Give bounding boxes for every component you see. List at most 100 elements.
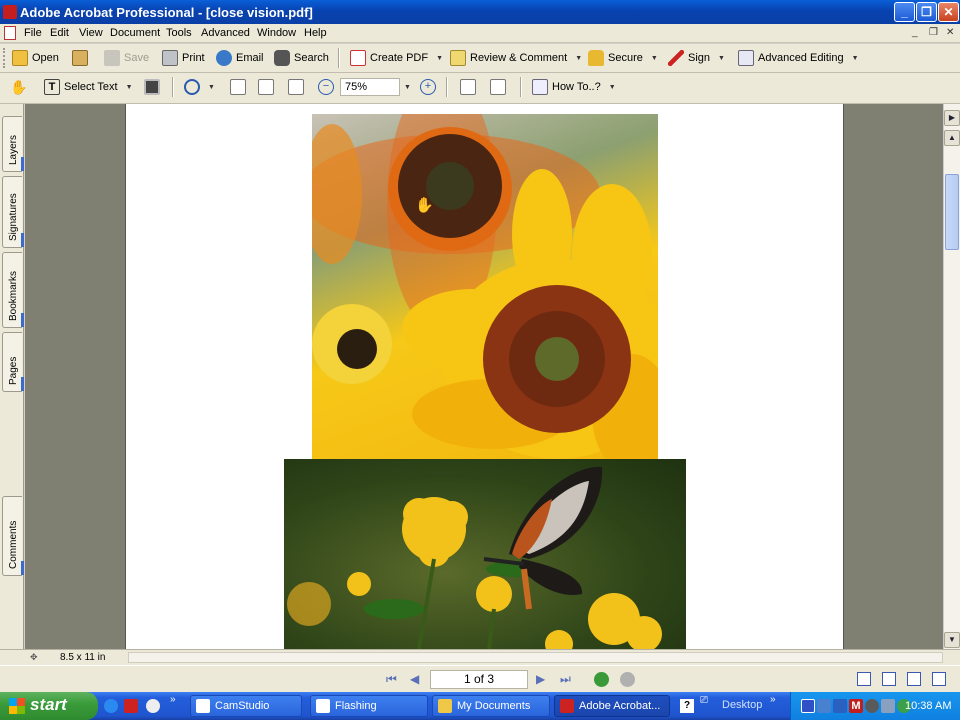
- first-page-button[interactable]: ⏮: [386, 672, 397, 687]
- rotate-button[interactable]: [460, 73, 476, 101]
- document-icon[interactable]: [4, 26, 16, 40]
- organizer-button[interactable]: [72, 44, 88, 72]
- tray-icon-2[interactable]: [817, 699, 831, 713]
- secure-button[interactable]: Secure ▼: [588, 44, 658, 72]
- fit-width-button[interactable]: [288, 73, 304, 101]
- menu-help[interactable]: Help: [304, 27, 327, 39]
- zoom-out-button[interactable]: −: [318, 73, 334, 101]
- task-my-documents[interactable]: My Documents: [432, 695, 550, 717]
- open-button[interactable]: Open: [12, 44, 59, 72]
- rotate-ccw-button[interactable]: [490, 73, 506, 101]
- scroll-up-button[interactable]: ▲: [944, 130, 960, 146]
- menu-view[interactable]: View: [79, 27, 103, 39]
- page-number-field[interactable]: 1 of 3: [430, 670, 528, 689]
- chevron-down-icon[interactable]: ▼: [609, 84, 616, 91]
- chevron-down-icon[interactable]: ▼: [126, 84, 133, 91]
- chevron-down-icon[interactable]: ▼: [852, 55, 859, 62]
- tab-layers[interactable]: Layers: [2, 116, 24, 172]
- ie-quicklaunch-icon[interactable]: [104, 699, 118, 713]
- toolbar-separator: [446, 77, 448, 97]
- menu-window[interactable]: Window: [257, 27, 296, 39]
- facing-layout-button[interactable]: [907, 672, 921, 686]
- continuous-layout-button[interactable]: [882, 672, 896, 686]
- zoom-in-button[interactable]: +: [420, 73, 436, 101]
- how-to-button[interactable]: How To..? ▼: [532, 73, 616, 101]
- menu-file[interactable]: File: [24, 27, 42, 39]
- doc-minimize-button[interactable]: _: [912, 27, 918, 38]
- tray-icon-3[interactable]: [833, 699, 847, 713]
- go-back-icon[interactable]: [594, 672, 609, 687]
- last-page-button[interactable]: ⏭: [560, 672, 571, 687]
- title-bar[interactable]: Adobe Acrobat Professional - [close visi…: [0, 0, 960, 24]
- tab-bookmarks[interactable]: Bookmarks: [2, 252, 24, 328]
- help-icon[interactable]: ?: [680, 699, 694, 713]
- quicklaunch-expand-icon[interactable]: »: [170, 694, 176, 705]
- vertical-scrollbar[interactable]: ▶ ▲ ▼: [943, 104, 960, 649]
- menu-tools[interactable]: Tools: [166, 27, 192, 39]
- task-adobe-acrobat[interactable]: Adobe Acrobat...: [554, 695, 670, 717]
- task-flashing[interactable]: Flashing: [310, 695, 428, 717]
- search-button[interactable]: Search: [274, 44, 329, 72]
- tab-pages[interactable]: Pages: [2, 332, 24, 392]
- document-view[interactable]: ✋: [25, 104, 943, 649]
- minimize-button[interactable]: _: [894, 2, 915, 22]
- text-cursor-icon: T: [44, 79, 60, 95]
- go-forward-icon[interactable]: [620, 672, 635, 687]
- create-pdf-button[interactable]: Create PDF ▼: [350, 44, 443, 72]
- chevron-down-icon[interactable]: ▼: [718, 55, 725, 62]
- select-text-button[interactable]: T Select Text ▼: [44, 73, 133, 101]
- toolbar-separator: [172, 77, 174, 97]
- clock[interactable]: 10:38 AM: [905, 700, 951, 712]
- toolbar-grip[interactable]: [3, 48, 6, 68]
- doc-close-button[interactable]: ✕: [946, 27, 954, 38]
- doc-restore-button[interactable]: ❐: [929, 27, 938, 38]
- task-camstudio[interactable]: CamStudio: [190, 695, 302, 717]
- print-button[interactable]: Print: [162, 44, 205, 72]
- start-button[interactable]: start: [0, 692, 98, 720]
- zoom-in-tool-button[interactable]: ▼: [184, 73, 215, 101]
- next-page-button[interactable]: ▶: [536, 672, 545, 686]
- desktop-toolbar-icon[interactable]: ⎚: [700, 695, 708, 706]
- messenger-quicklaunch-icon[interactable]: [146, 699, 160, 713]
- acrobat-app-icon[interactable]: [3, 5, 17, 19]
- tray-icon-5[interactable]: [865, 699, 879, 713]
- save-button[interactable]: Save: [104, 44, 149, 72]
- review-comment-button[interactable]: Review & Comment ▼: [450, 44, 582, 72]
- scroll-down-button[interactable]: ▼: [944, 632, 960, 648]
- pdf-page[interactable]: ✋: [125, 104, 844, 649]
- chevron-down-icon[interactable]: ▼: [208, 84, 215, 91]
- zoom-dropdown[interactable]: ▼: [400, 73, 411, 101]
- zoom-level-field[interactable]: 75%: [340, 78, 400, 96]
- chevron-down-icon[interactable]: ▼: [436, 55, 443, 62]
- splitter-icon[interactable]: ✥: [30, 652, 38, 663]
- email-button[interactable]: Email: [216, 44, 264, 72]
- continuous-facing-layout-button[interactable]: [932, 672, 946, 686]
- volume-tray-icon[interactable]: [881, 699, 895, 713]
- mcafee-tray-icon[interactable]: M: [849, 699, 863, 713]
- quicklaunch-icon[interactable]: [124, 699, 138, 713]
- close-button[interactable]: ✕: [938, 2, 959, 22]
- window-title: Adobe Acrobat Professional - [close visi…: [20, 5, 313, 20]
- previous-page-button[interactable]: ◀: [410, 672, 419, 686]
- maximize-button[interactable]: ❐: [916, 2, 937, 22]
- tab-comments[interactable]: Comments: [2, 496, 24, 576]
- actual-size-button[interactable]: [230, 73, 246, 101]
- hand-tool-button[interactable]: ✋: [10, 73, 27, 101]
- split-pane-button[interactable]: ▶: [944, 110, 960, 126]
- desktop-expand-icon[interactable]: »: [770, 694, 776, 705]
- menu-edit[interactable]: Edit: [50, 27, 69, 39]
- desktop-toolbar-label[interactable]: Desktop: [722, 699, 762, 711]
- tray-icon-1[interactable]: [801, 699, 815, 713]
- advanced-editing-button[interactable]: Advanced Editing ▼: [738, 44, 859, 72]
- sign-button[interactable]: Sign ▼: [668, 44, 725, 72]
- horizontal-scrollbar[interactable]: [128, 652, 943, 663]
- fit-page-button[interactable]: [258, 73, 274, 101]
- chevron-down-icon[interactable]: ▼: [651, 55, 658, 62]
- chevron-down-icon[interactable]: ▼: [575, 55, 582, 62]
- tab-signatures[interactable]: Signatures: [2, 176, 24, 248]
- snapshot-button[interactable]: [144, 73, 160, 101]
- scroll-thumb[interactable]: [945, 174, 959, 250]
- menu-advanced[interactable]: Advanced: [201, 27, 250, 39]
- menu-document[interactable]: Document: [110, 27, 160, 39]
- single-page-layout-button[interactable]: [857, 672, 871, 686]
